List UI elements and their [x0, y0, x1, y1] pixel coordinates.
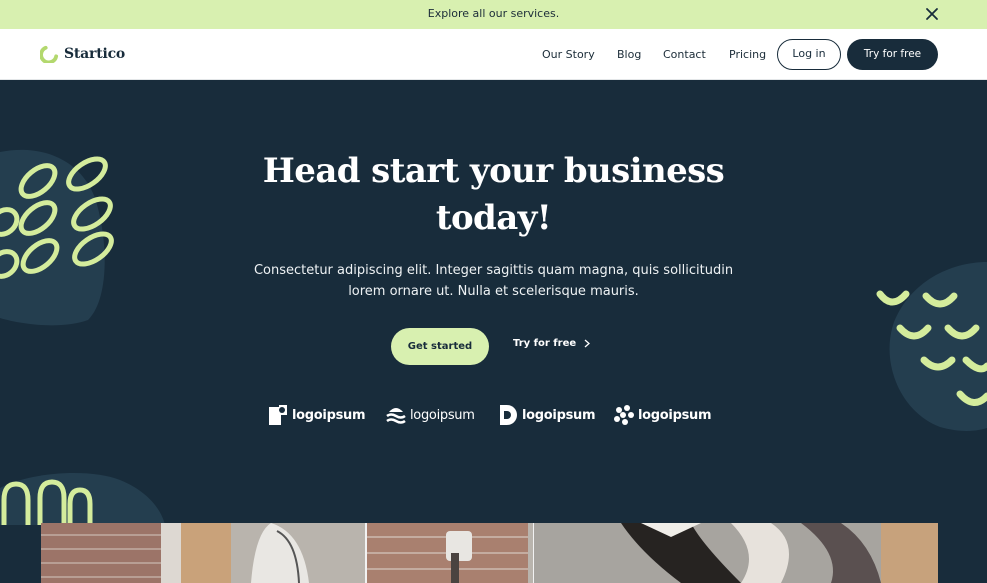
client-logo-1-text: logoipsum — [292, 407, 366, 423]
try-for-free-link[interactable]: Try for free — [513, 338, 591, 349]
hero-title: Head start your business today! — [262, 151, 725, 238]
client-logo-1: logoipsum — [268, 404, 366, 426]
client-logo-4: logoipsum — [614, 404, 712, 426]
close-icon[interactable] — [924, 6, 940, 22]
announcement-bar: Explore all our services. — [0, 0, 987, 29]
try-for-free-button[interactable]: Try for free — [847, 39, 938, 70]
try-for-free-link-label: Try for free — [513, 338, 577, 349]
hero-subtitle: Consectetur adipiscing elit. Integer sag… — [253, 263, 734, 299]
nav-link-pricing[interactable]: Pricing — [729, 48, 766, 61]
logo-half-circle-icon — [500, 405, 517, 425]
brand-logo[interactable]: Startico — [40, 44, 125, 63]
brand-mark-icon — [40, 45, 59, 63]
nav-link-contact[interactable]: Contact — [663, 48, 706, 61]
client-logo-3: logoipsum — [498, 404, 596, 426]
get-started-button[interactable]: Get started — [391, 328, 489, 365]
nav-link-our-story[interactable]: Our Story — [542, 48, 595, 61]
client-logo-4-text: logoipsum — [638, 407, 712, 423]
client-logo-2-text: logoipsum — [410, 407, 475, 423]
logo-square-icon — [269, 405, 287, 425]
decorative-blob-bottom-left — [0, 473, 165, 525]
client-logo-2: logoipsum — [386, 404, 475, 426]
client-logo-3-text: logoipsum — [522, 407, 596, 423]
login-button[interactable]: Log in — [777, 39, 841, 70]
hero-image — [41, 523, 938, 583]
logo-waves-icon — [386, 408, 406, 424]
logo-dots-icon — [614, 405, 634, 425]
chevron-right-icon — [584, 339, 591, 348]
announcement-text: Explore all our services. — [427, 7, 560, 20]
brand-name: Startico — [64, 45, 126, 62]
top-navigation: Startico Our Story Blog Contact Pricing … — [0, 29, 987, 80]
nav-link-blog[interactable]: Blog — [617, 48, 641, 61]
